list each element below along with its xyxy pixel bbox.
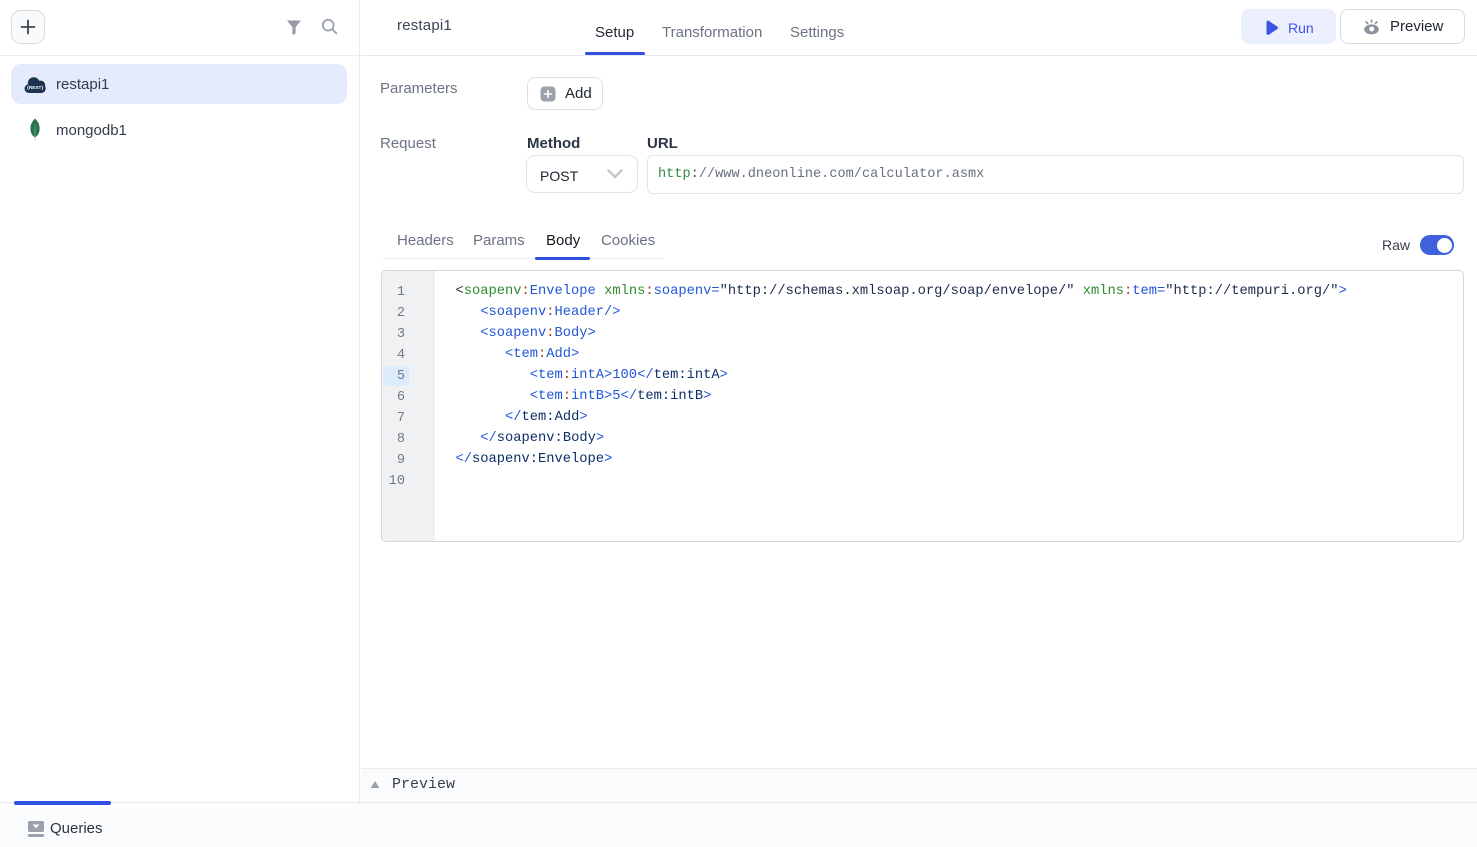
- svg-text:{REST}: {REST}: [27, 85, 43, 90]
